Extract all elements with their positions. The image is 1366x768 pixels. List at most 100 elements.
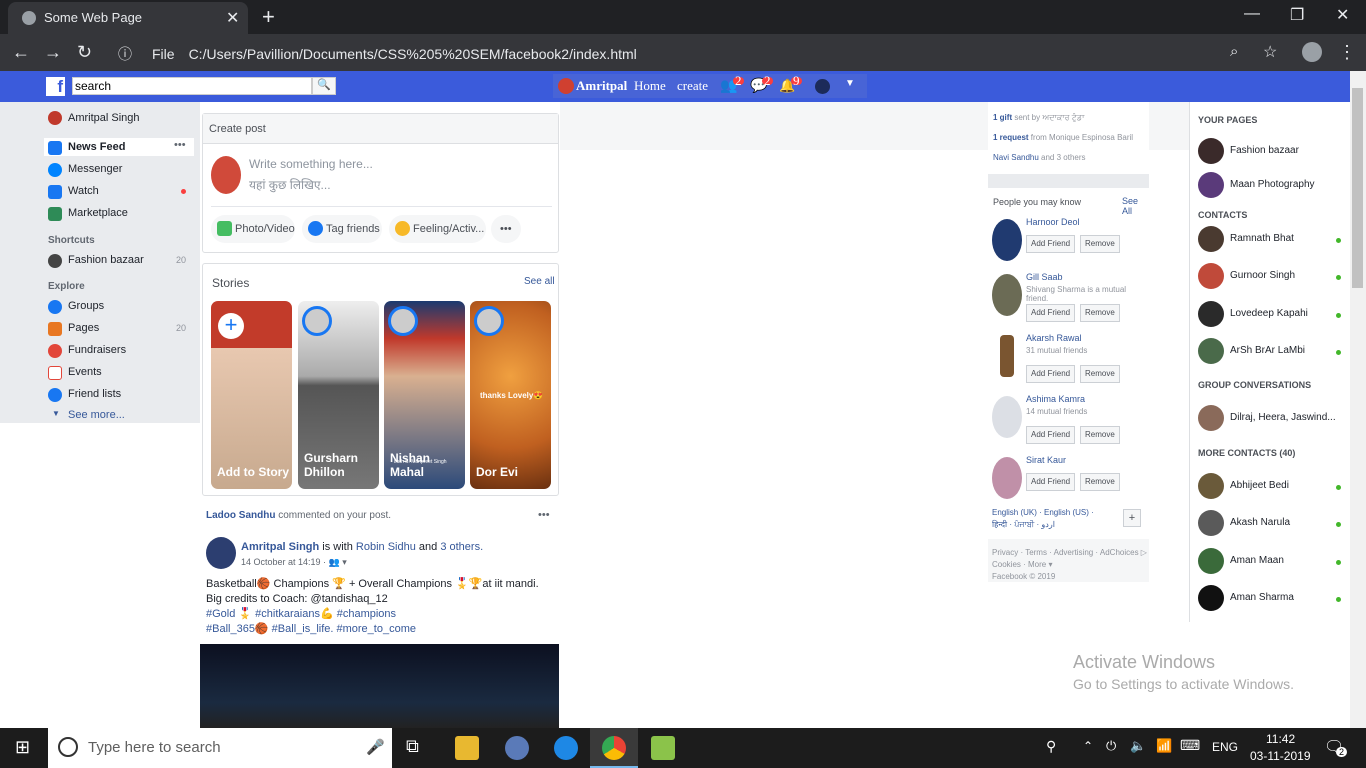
browser-tab[interactable]: Some Web Page ✕: [8, 2, 248, 34]
pymk-name[interactable]: Sirat Kaur: [1026, 455, 1066, 465]
contact-item[interactable]: Aman Sharma: [1198, 585, 1348, 619]
contact-item[interactable]: Lovedeep Kapahi: [1198, 301, 1348, 335]
search-input[interactable]: search: [72, 77, 312, 95]
remove-button[interactable]: Remove: [1080, 365, 1120, 383]
group-item[interactable]: Dilraj, Heera, Jaswind...: [1198, 405, 1348, 439]
see-more-link[interactable]: See more...: [68, 406, 125, 424]
sidebar-item-friend-lists[interactable]: Friend lists: [68, 385, 121, 403]
add-friend-button[interactable]: Add Friend: [1026, 426, 1076, 444]
contact-item[interactable]: ArSh BrAr LaMbi: [1198, 338, 1348, 372]
add-friend-button[interactable]: Add Friend: [1026, 365, 1076, 383]
sidebar-item-messenger[interactable]: Messenger: [68, 160, 122, 178]
scrollbar-thumb[interactable]: [1352, 88, 1363, 288]
request-link[interactable]: 1 request: [993, 133, 1029, 142]
add-language-button[interactable]: +: [1123, 509, 1141, 527]
avatar[interactable]: [992, 457, 1022, 499]
minimize-button[interactable]: —: [1244, 5, 1260, 23]
pymk-name[interactable]: Harnoor Deol: [1026, 217, 1080, 227]
photo-video-button[interactable]: Photo/Video: [211, 215, 295, 243]
see-all-link[interactable]: See all: [524, 276, 555, 287]
post-author[interactable]: Amritpal Singh: [241, 541, 319, 553]
chrome-icon[interactable]: [602, 736, 626, 760]
tagged-others[interactable]: 3 others.: [440, 541, 483, 553]
post-input-placeholder-hindi[interactable]: यहां कुछ लिखिए...: [249, 176, 331, 193]
forward-arrow-icon[interactable]: →: [44, 42, 62, 63]
pymk-name[interactable]: Akarsh Rawal: [1026, 333, 1082, 343]
post-options-icon[interactable]: •••: [538, 509, 550, 521]
sidebar-item-events[interactable]: Events: [68, 363, 102, 381]
info-icon[interactable]: ⓘ: [118, 46, 132, 62]
add-friend-button[interactable]: Add Friend: [1026, 235, 1076, 253]
avatar[interactable]: [992, 274, 1022, 316]
pymk-name[interactable]: Ashima Kamra: [1026, 394, 1085, 404]
story-card[interactable]: + Add to Story: [211, 301, 292, 489]
zoom-icon[interactable]: ⌕: [1230, 43, 1238, 60]
avatar[interactable]: [1000, 335, 1014, 377]
back-arrow-icon[interactable]: ←: [12, 42, 30, 63]
post-input-placeholder[interactable]: Write something here...: [249, 157, 373, 171]
contact-item[interactable]: Aman Maan: [1198, 548, 1348, 582]
avatar[interactable]: [992, 219, 1022, 261]
sidebar-item-marketplace[interactable]: Marketplace: [68, 204, 128, 222]
birthday-name[interactable]: Navi Sandhu: [993, 153, 1039, 162]
language-links[interactable]: English (UK) · English (US) · हिन्दी · ਪ…: [992, 507, 1104, 531]
notice-name[interactable]: Ladoo Sandhu: [206, 510, 275, 521]
volume-icon[interactable]: 🔈: [1130, 738, 1146, 754]
people-icon[interactable]: ⚲: [1046, 738, 1056, 755]
star-icon[interactable]: ☆: [1263, 42, 1277, 62]
remove-button[interactable]: Remove: [1080, 304, 1120, 322]
contact-item[interactable]: Gurnoor Singh: [1198, 263, 1348, 297]
url-bar[interactable]: ⓘ File C:/Users/Pavillion/Documents/CSS%20…: [110, 38, 1290, 67]
notepad-plus-icon[interactable]: [651, 736, 675, 760]
nav-profile-link[interactable]: Amritpal: [576, 78, 627, 94]
wifi-icon[interactable]: 📶: [1156, 738, 1172, 754]
file-explorer-icon[interactable]: [455, 736, 479, 760]
close-window-button[interactable]: ✕: [1336, 5, 1349, 25]
avatar[interactable]: [48, 111, 62, 125]
sidebar-item-pages[interactable]: Pages: [68, 319, 99, 337]
url-text[interactable]: C:/Users/Pavillion/Documents/CSS%205%20S…: [189, 46, 637, 62]
clock-time[interactable]: 11:42: [1266, 732, 1295, 746]
post-hashtags[interactable]: #Ball_365🏀 #Ball_is_life. #more_to_come: [206, 622, 556, 637]
edge-icon[interactable]: [554, 736, 578, 760]
sidebar-item-watch[interactable]: Watch: [68, 182, 99, 200]
add-friend-button[interactable]: Add Friend: [1026, 304, 1076, 322]
add-friend-button[interactable]: Add Friend: [1026, 473, 1076, 491]
sidebar-item-fundraisers[interactable]: Fundraisers: [68, 341, 126, 359]
story-card[interactable]: thanks Lovely😍 Dor Evi: [470, 301, 551, 489]
task-view-icon[interactable]: ⧉: [406, 736, 419, 757]
chevron-up-icon[interactable]: ⌃: [1083, 739, 1093, 753]
avatar[interactable]: [992, 396, 1022, 438]
remove-button[interactable]: Remove: [1080, 426, 1120, 444]
more-options-icon[interactable]: •••: [174, 139, 186, 151]
search-icon[interactable]: 🔍: [312, 77, 336, 95]
remove-button[interactable]: Remove: [1080, 473, 1120, 491]
tag-friends-button[interactable]: Tag friends: [302, 215, 382, 243]
more-button[interactable]: •••: [491, 215, 521, 243]
power-icon[interactable]: ⏻: [1106, 738, 1116, 754]
microphone-icon[interactable]: 🎤: [366, 738, 385, 756]
gift-link[interactable]: 1 gift: [993, 113, 1012, 122]
add-story-icon[interactable]: +: [218, 313, 244, 339]
profile-link[interactable]: Amritpal Singh: [68, 109, 140, 127]
page-item[interactable]: Maan Photography: [1198, 172, 1348, 206]
story-card[interactable]: Gursharn Dhillon: [298, 301, 379, 489]
keyboard-icon[interactable]: ⌨: [1180, 737, 1200, 754]
language-indicator[interactable]: ENG: [1212, 740, 1238, 754]
footer-links[interactable]: Privacy · Terms · Advertising · AdChoice…: [992, 548, 1147, 557]
nav-create-link[interactable]: create: [677, 78, 708, 94]
post-time[interactable]: 14 October at 14:19 · 👥 ▾: [241, 557, 347, 568]
post-image[interactable]: [200, 644, 559, 728]
contact-item[interactable]: Akash Narula: [1198, 510, 1348, 544]
menu-icon[interactable]: ⋮: [1338, 42, 1356, 63]
post-hashtags[interactable]: #Gold 🎖️ #chitkaraians💪 #champions: [206, 607, 556, 622]
contact-item[interactable]: Abhijeet Bedi: [1198, 473, 1348, 507]
footer-links[interactable]: Cookies · More ▾: [992, 560, 1052, 569]
chevron-down-icon[interactable]: ▼: [845, 78, 855, 89]
windows-start-icon[interactable]: ⊞: [15, 737, 30, 758]
new-tab-button[interactable]: +: [262, 4, 275, 30]
taskbar-search[interactable]: Type here to search 🎤: [48, 728, 392, 768]
page-item[interactable]: Fashion bazaar: [1198, 138, 1348, 172]
maximize-button[interactable]: ❐: [1290, 5, 1304, 25]
reload-icon[interactable]: ↻: [77, 42, 92, 63]
